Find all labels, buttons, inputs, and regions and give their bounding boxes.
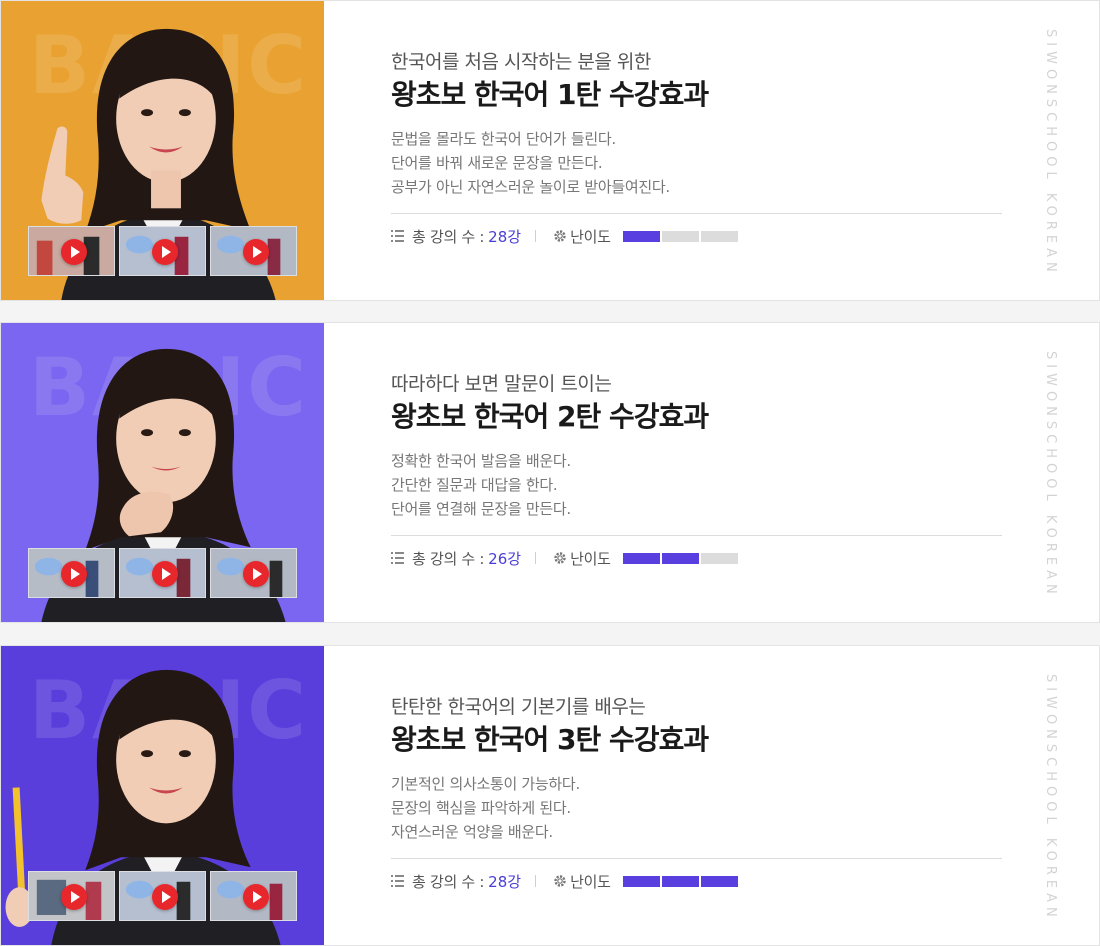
difficulty-segment [622, 230, 660, 242]
difficulty-label: 난이도 [570, 227, 611, 246]
gear-icon [554, 875, 566, 887]
course-card-basic-1: BASIC 1 한국어를 처음 시작하는 분을 위한 왕초보 한국어 1탄 수강… [0, 0, 1100, 301]
brand-side-text: SIWONSCHOOL KOREAN [1043, 674, 1058, 922]
video-thumbnail[interactable] [210, 226, 297, 276]
play-icon[interactable] [152, 561, 178, 587]
lecture-count-value: 28강 [488, 227, 522, 246]
video-thumbnail[interactable] [119, 871, 206, 921]
benefit-item: 문장의 핵심을 파악하게 된다. [391, 799, 571, 817]
play-icon[interactable] [61, 884, 87, 910]
course-card-basic-2: BASIC 2 따라하다 보면 말문이 트이는 왕초보 한국어 2탄 수강효과 … [0, 322, 1100, 623]
difficulty-segment [700, 875, 738, 887]
course-meta: 총 강의 수 : 28강 난이도 [391, 872, 1003, 891]
course-benefits: 정확한 한국어 발음을 배운다. 간단한 질문과 대답을 한다. 단어를 연결해… [391, 449, 1003, 521]
video-thumbnails [28, 871, 297, 921]
benefit-item: 기본적인 의사소통이 가능하다. [391, 775, 580, 793]
video-thumbnail[interactable] [210, 548, 297, 598]
difficulty-segment [700, 552, 738, 564]
play-icon[interactable] [243, 884, 269, 910]
divider [391, 858, 1002, 859]
benefit-item: 자연스러운 억양을 배운다. [391, 823, 553, 841]
benefit-item: 단어를 바꿔 새로운 문장을 만든다. [391, 154, 603, 172]
difficulty-segment [622, 552, 660, 564]
divider [391, 535, 1002, 536]
divider [391, 213, 1002, 214]
lecture-count-label: 총 강의 수 : [412, 872, 485, 891]
video-thumbnails [28, 226, 297, 276]
course-hero-image: BASIC 2 [1, 323, 324, 622]
brand-side-text: SIWONSCHOOL KOREAN [1043, 351, 1058, 599]
meta-separator [535, 230, 537, 242]
play-icon[interactable] [152, 239, 178, 265]
list-icon [391, 230, 404, 242]
course-subtitle: 한국어를 처음 시작하는 분을 위한 [391, 51, 651, 73]
meta-separator [535, 552, 537, 564]
lecture-count-value: 28강 [488, 872, 522, 891]
play-icon[interactable] [61, 239, 87, 265]
play-icon[interactable] [152, 884, 178, 910]
play-icon[interactable] [243, 239, 269, 265]
meta-separator [535, 875, 537, 887]
course-info: 한국어를 처음 시작하는 분을 위한 왕초보 한국어 1탄 수강효과 문법을 몰… [391, 49, 1003, 246]
course-meta: 총 강의 수 : 28강 난이도 [391, 227, 1003, 246]
difficulty-segment [622, 875, 660, 887]
course-subtitle: 따라하다 보면 말문이 트이는 [391, 373, 612, 395]
video-thumbnail[interactable] [28, 548, 115, 598]
difficulty-meter [622, 230, 738, 242]
course-subtitle: 탄탄한 한국어의 기본기를 배우는 [391, 696, 646, 718]
video-thumbnail[interactable] [119, 226, 206, 276]
course-title: 왕초보 한국어 3탄 수강효과 [391, 723, 709, 756]
difficulty-label: 난이도 [570, 872, 611, 891]
list-icon [391, 552, 404, 564]
brand-side-text: SIWONSCHOOL KOREAN [1043, 29, 1058, 277]
video-thumbnails [28, 548, 297, 598]
course-title: 왕초보 한국어 1탄 수강효과 [391, 78, 709, 111]
benefit-item: 정확한 한국어 발음을 배운다. [391, 452, 571, 470]
video-thumbnail[interactable] [119, 548, 206, 598]
course-card-basic-3: BASIC 3 탄탄한 한국어의 기본기를 배우는 왕초보 한국어 3탄 수강효… [0, 645, 1100, 946]
course-info: 탄탄한 한국어의 기본기를 배우는 왕초보 한국어 3탄 수강효과 기본적인 의… [391, 694, 1003, 891]
difficulty-label: 난이도 [570, 549, 611, 568]
video-thumbnail[interactable] [28, 226, 115, 276]
difficulty-segment [661, 875, 699, 887]
difficulty-segment [700, 230, 738, 242]
lecture-count-value: 26강 [488, 549, 522, 568]
gear-icon [554, 230, 566, 242]
difficulty-meter [622, 552, 738, 564]
course-benefits: 문법을 몰라도 한국어 단어가 들린다. 단어를 바꿔 새로운 문장을 만든다.… [391, 127, 1003, 199]
difficulty-segment [661, 552, 699, 564]
benefit-item: 단어를 연결해 문장을 만든다. [391, 500, 571, 518]
course-meta: 총 강의 수 : 26강 난이도 [391, 549, 1003, 568]
course-title: 왕초보 한국어 2탄 수강효과 [391, 400, 709, 433]
lecture-count-label: 총 강의 수 : [412, 549, 485, 568]
benefit-item: 간단한 질문과 대답을 한다. [391, 476, 558, 494]
course-info: 따라하다 보면 말문이 트이는 왕초보 한국어 2탄 수강효과 정확한 한국어 … [391, 371, 1003, 568]
gear-icon [554, 552, 566, 564]
benefit-item: 공부가 아닌 자연스러운 놀이로 받아들여진다. [391, 178, 670, 196]
play-icon[interactable] [61, 561, 87, 587]
course-benefits: 기본적인 의사소통이 가능하다. 문장의 핵심을 파악하게 된다. 자연스러운 … [391, 772, 1003, 844]
play-icon[interactable] [243, 561, 269, 587]
video-thumbnail[interactable] [210, 871, 297, 921]
course-hero-image: BASIC 3 [1, 646, 324, 945]
benefit-item: 문법을 몰라도 한국어 단어가 들린다. [391, 130, 616, 148]
difficulty-segment [661, 230, 699, 242]
difficulty-meter [622, 875, 738, 887]
course-hero-image: BASIC 1 [1, 1, 324, 300]
lecture-count-label: 총 강의 수 : [412, 227, 485, 246]
list-icon [391, 875, 404, 887]
video-thumbnail[interactable] [28, 871, 115, 921]
